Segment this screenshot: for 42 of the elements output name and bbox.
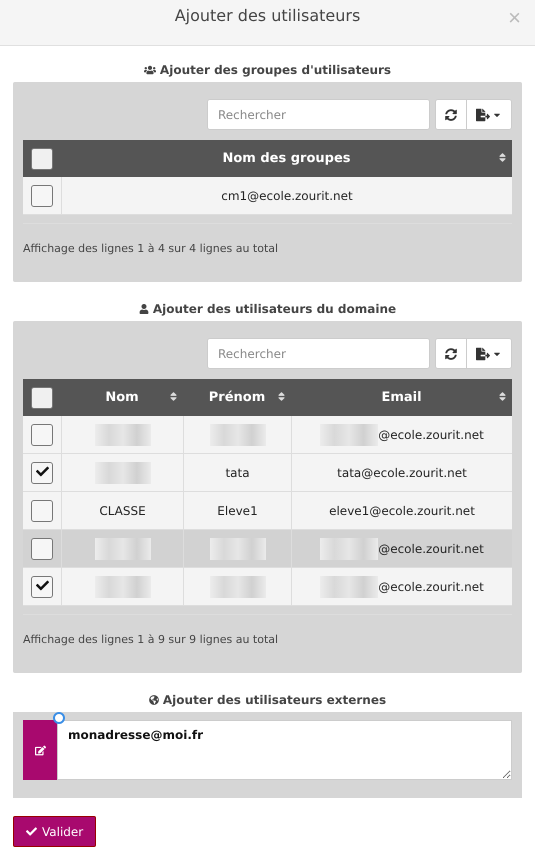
search-field[interactable]: Rechercher	[207, 338, 430, 369]
table-cell-text: CLASSE	[99, 504, 146, 518]
section-title: Ajouter des groupes d'utilisateurs	[160, 63, 392, 77]
column-header[interactable]: Nom des groupes	[61, 140, 512, 177]
column-header[interactable]: Email	[291, 379, 512, 416]
table-cell-text: tata	[225, 466, 250, 480]
table-cell-text: @ecole.zourit.net	[378, 428, 484, 442]
dialog-title: Ajouter des utilisateurs	[174, 6, 360, 25]
check-icon	[36, 578, 48, 592]
check-icon	[26, 826, 37, 837]
checkbox[interactable]	[31, 184, 53, 206]
table-cell-text: tata@ecole.zourit.net	[337, 466, 467, 480]
checkbox[interactable]	[31, 538, 53, 560]
checkbox[interactable]	[31, 500, 53, 522]
check-icon	[36, 464, 48, 478]
table-cell-text: @ecole.zourit.net	[378, 542, 484, 556]
pagination-info: Affichage des lignes 1 à 4 sur 4 lignes au total	[23, 223, 512, 282]
table-cell-text: eleve1@ecole.zourit.net	[329, 504, 475, 518]
section-title: Ajouter des utilisateurs du domaine	[152, 302, 396, 316]
search-field[interactable]: Rechercher	[207, 99, 430, 130]
column-header[interactable]: Nom	[61, 379, 183, 416]
refresh-icon	[445, 348, 457, 360]
checkbox[interactable]	[31, 576, 53, 598]
checkbox[interactable]	[31, 148, 53, 170]
email-textarea[interactable]: monadresse@moi.fr	[57, 720, 512, 780]
edit-icon	[34, 744, 46, 756]
column-header[interactable]: Prénom	[183, 379, 291, 416]
table-cell-text: cm1@ecole.zourit.net	[221, 188, 353, 202]
table-cell-text: Eleve1	[217, 504, 258, 518]
table-cell-text: @ecole.zourit.net	[378, 580, 484, 594]
users-icon	[144, 64, 156, 76]
checkbox[interactable]	[31, 386, 53, 408]
section-title: Ajouter des utilisateurs externes	[162, 693, 386, 707]
user-icon	[138, 304, 149, 314]
export-icon	[476, 108, 490, 122]
refresh-icon	[445, 108, 457, 120]
pagination-info: Affichage des lignes 1 à 9 sur 9 lignes au total	[23, 614, 512, 673]
checkbox[interactable]	[31, 424, 53, 446]
globe-icon	[148, 695, 159, 705]
submit-button[interactable]: Valider	[13, 816, 96, 847]
checkbox[interactable]	[31, 462, 53, 484]
export-icon	[476, 346, 490, 360]
